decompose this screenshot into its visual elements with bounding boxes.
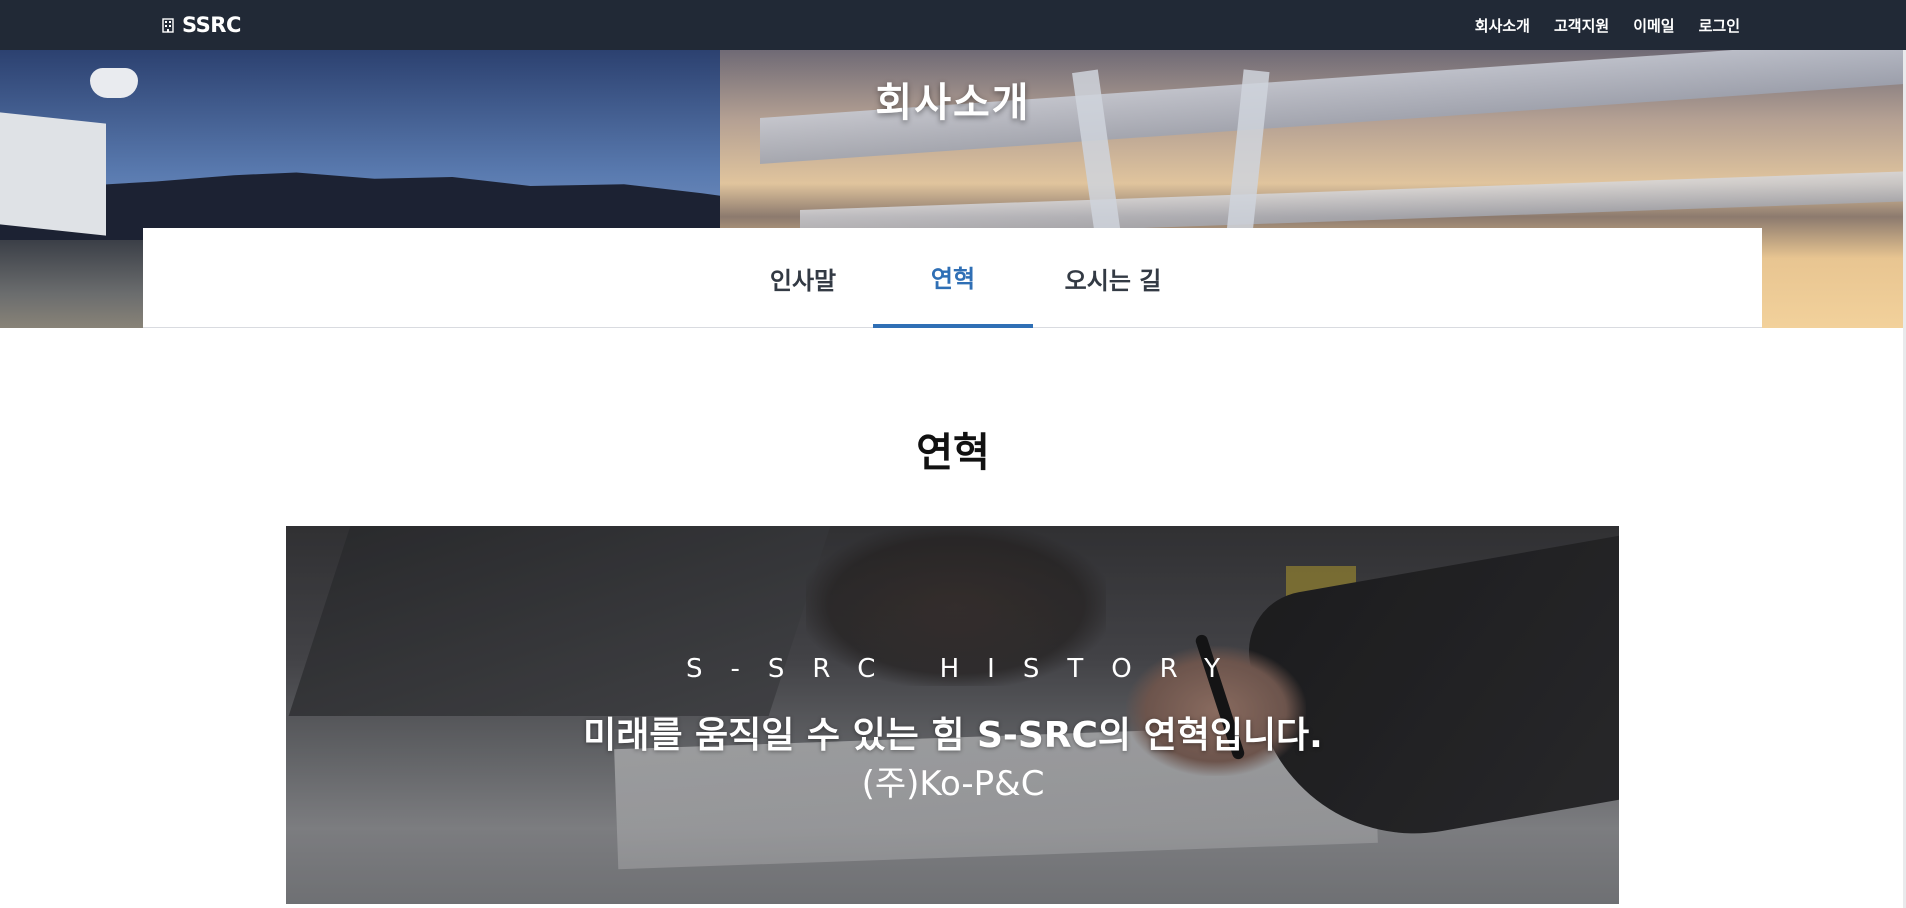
nav-link-login[interactable]: 로그인: [1699, 15, 1740, 36]
tab-greeting[interactable]: 인사말: [723, 228, 883, 328]
brand-link[interactable]: SSRC: [160, 0, 241, 50]
tab-history[interactable]: 연혁: [873, 228, 1033, 328]
nav-links: 회사소개 고객지원 이메일 로그인: [1475, 0, 1740, 50]
top-navbar: SSRC 회사소개 고객지원 이메일 로그인: [0, 0, 1906, 50]
tab-directions[interactable]: 오시는 길: [1033, 228, 1193, 328]
building-icon: [162, 18, 174, 33]
section-title: 연혁: [916, 430, 990, 476]
brand-name: SSRC: [182, 13, 241, 37]
hero-flag-banner: [0, 112, 106, 236]
nav-link-support[interactable]: 고객지원: [1554, 15, 1609, 36]
history-company-name: (주)Ko-P&C: [861, 764, 1045, 804]
history-eyebrow: S-SRC HISTORY: [686, 654, 1248, 684]
history-headline: 미래를 움직일 수 있는 힘 S-SRC의 연혁입니다.: [583, 715, 1323, 756]
sub-navigation-tabs: 인사말 연혁 오시는 길: [143, 228, 1762, 328]
nav-link-company[interactable]: 회사소개: [1475, 15, 1530, 36]
nav-link-email[interactable]: 이메일: [1633, 15, 1674, 36]
hero-title: 회사소개: [875, 80, 1031, 126]
